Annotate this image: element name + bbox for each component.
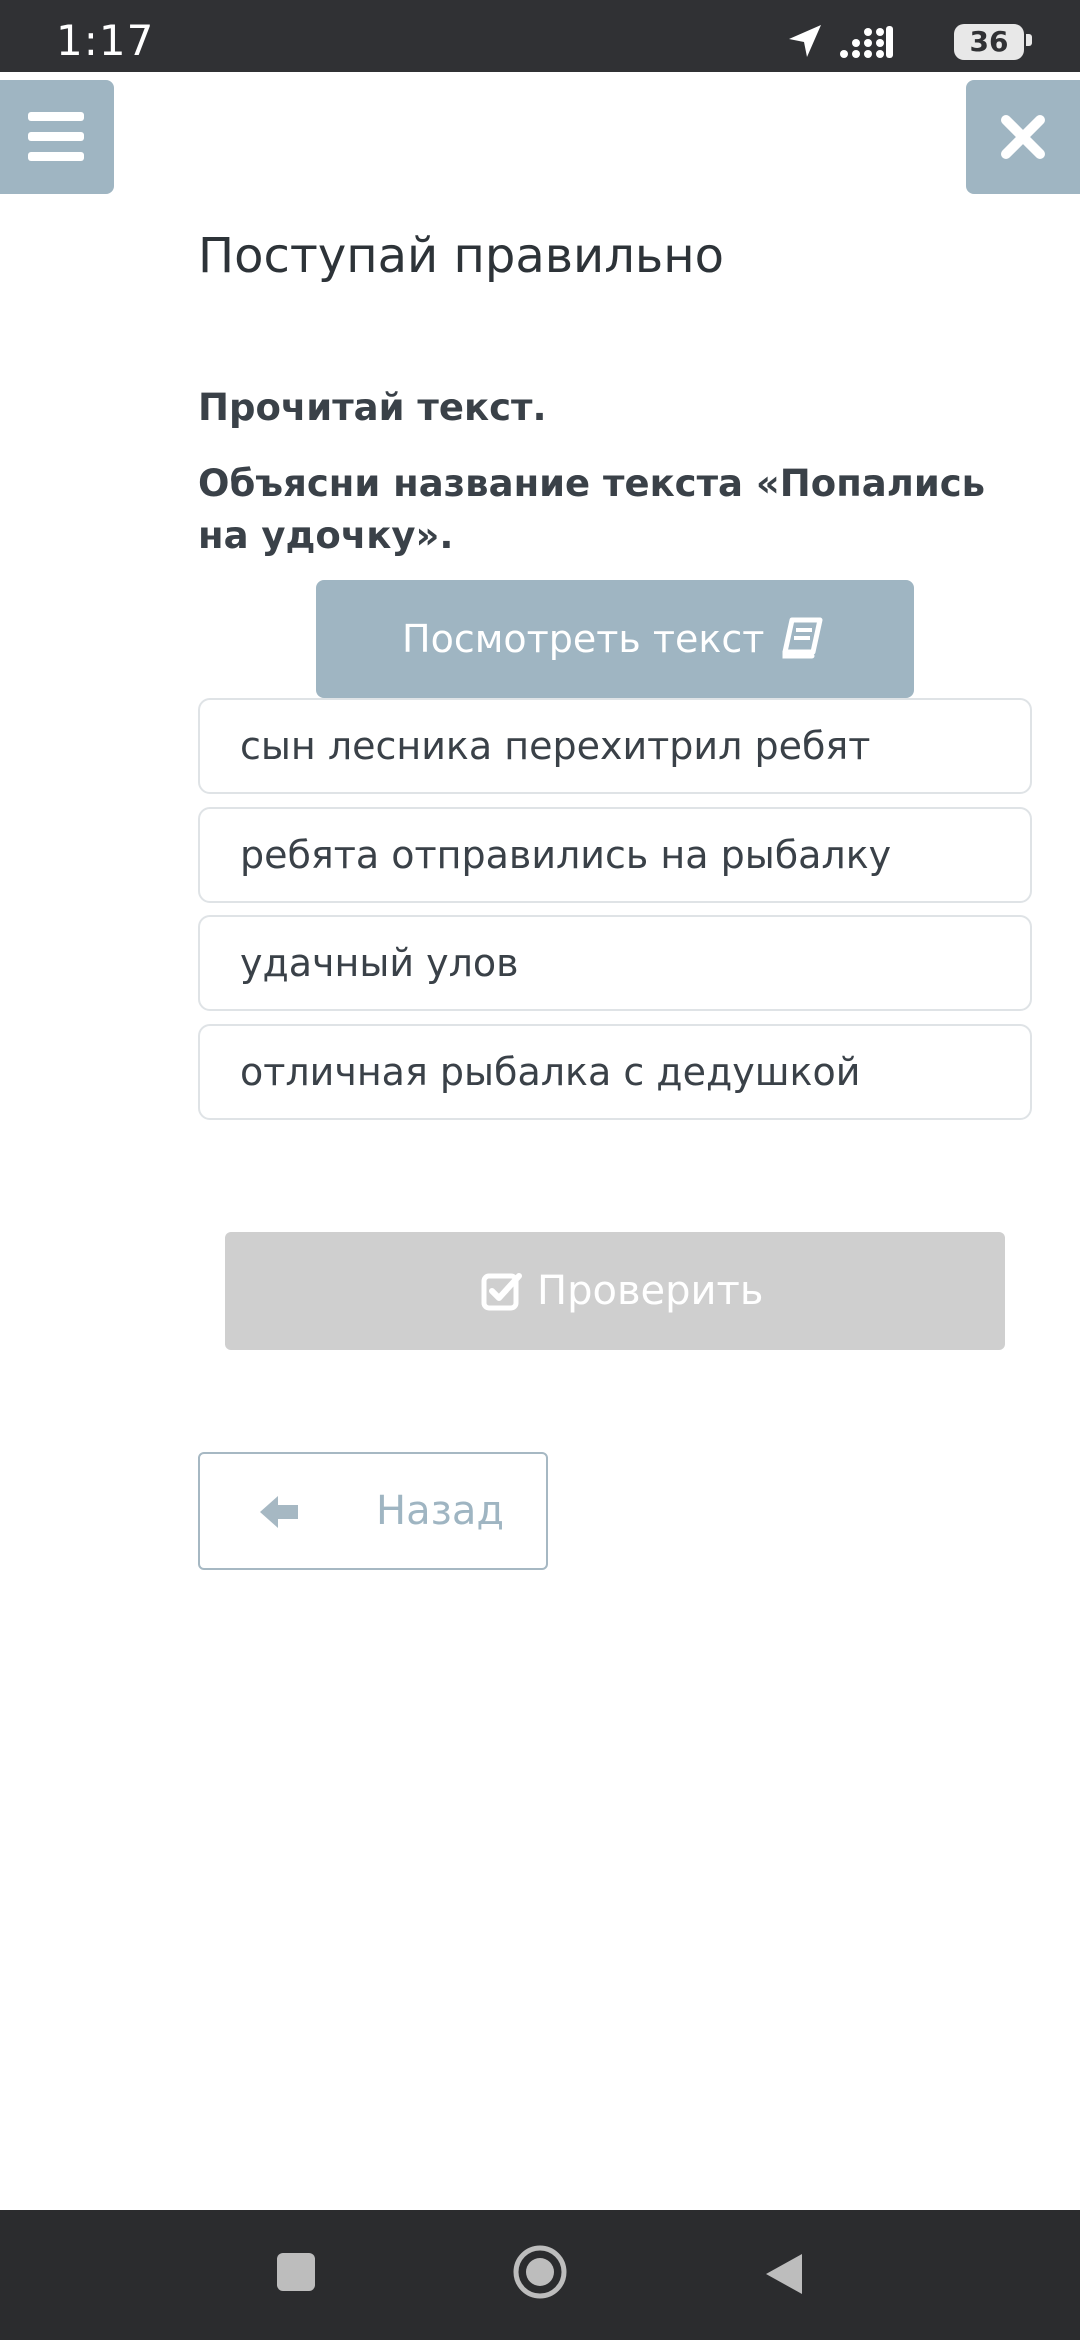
app-screen: 1:17 36 Поступай правильно Прочитай текс… [0, 0, 1080, 2340]
hamburger-icon-line [28, 152, 84, 161]
signal-icon [840, 26, 893, 58]
view-text-label: Посмотреть текст [402, 617, 765, 661]
hamburger-icon-line [28, 132, 84, 141]
location-arrow-icon [789, 25, 821, 57]
menu-button[interactable] [0, 80, 114, 194]
navigation-bar [0, 2210, 1080, 2340]
answer-option[interactable]: сын лесника перехитрил ребят [198, 698, 1032, 794]
status-time: 1:17 [56, 16, 155, 65]
battery-indicator: 36 [954, 24, 1024, 60]
back-triangle-icon[interactable] [762, 2250, 806, 2298]
back-button[interactable]: Назад [198, 1452, 548, 1570]
check-square-icon [481, 1273, 522, 1311]
check-button[interactable]: Проверить [225, 1232, 1005, 1350]
arrow-left-icon [260, 1496, 298, 1528]
answer-option[interactable]: удачный улов [198, 915, 1032, 1011]
view-text-button[interactable]: Посмотреть текст [316, 580, 914, 698]
book-icon [782, 617, 823, 659]
question-text: Объясни название текста «Попались на удо… [198, 462, 986, 557]
back-label: Назад [376, 1488, 505, 1534]
status-icons: 36 [786, 22, 1036, 62]
answer-option[interactable]: отличная рыбалка с дедушкой [198, 1024, 1032, 1120]
hamburger-icon [28, 112, 84, 121]
instruction-text: Прочитай текст. [198, 386, 547, 429]
page-title: Поступай правильно [198, 228, 724, 284]
close-icon [1001, 115, 1045, 159]
battery-tip [1026, 34, 1032, 46]
check-label: Проверить [537, 1268, 764, 1314]
home-circle-icon[interactable] [512, 2244, 568, 2300]
status-bar: 1:17 36 [0, 0, 1080, 72]
close-button[interactable] [966, 80, 1080, 194]
answer-option[interactable]: ребята отправились на рыбалку [198, 807, 1032, 903]
recents-square-icon[interactable] [274, 2250, 318, 2294]
